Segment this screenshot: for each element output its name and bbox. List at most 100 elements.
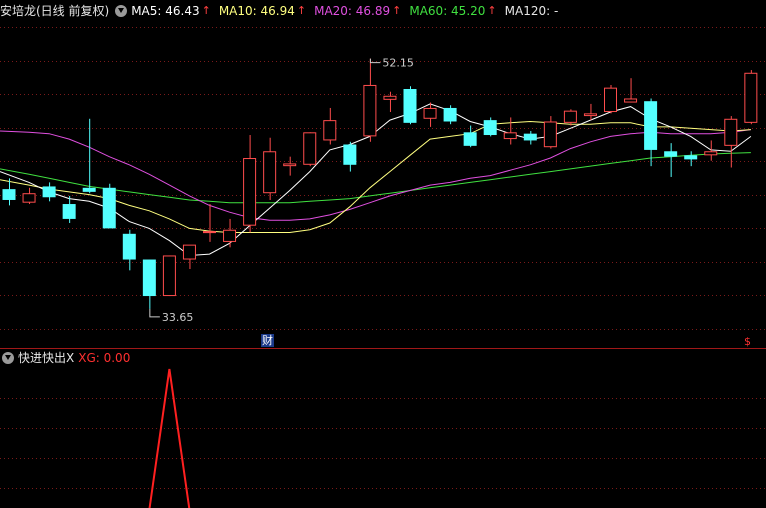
chevron-down-icon[interactable]	[2, 352, 14, 364]
low-price-label-leader	[149, 308, 160, 318]
dollar-badge[interactable]: $	[743, 335, 752, 348]
ma120-label: MA120: -	[504, 4, 559, 18]
candle[interactable]	[483, 117, 497, 137]
candle-body[interactable]	[263, 151, 277, 194]
candle-body[interactable]	[383, 95, 397, 100]
indicator-header: 快进快出X XG: 0.00	[0, 349, 134, 367]
candle[interactable]	[503, 117, 517, 145]
candle[interactable]	[203, 204, 216, 242]
ma20-up-arrow-icon: ↑	[392, 4, 402, 17]
candle-body[interactable]	[62, 204, 76, 219]
high-price-label-leader	[369, 58, 381, 64]
ma10-label: MA10: 46.94	[218, 4, 295, 18]
candle[interactable]	[22, 187, 36, 205]
candle-body[interactable]	[162, 255, 176, 297]
candle-body[interactable]	[403, 89, 417, 123]
candle[interactable]	[383, 91, 397, 113]
candle-body[interactable]	[102, 187, 116, 229]
finance-badge[interactable]: 财	[261, 334, 274, 347]
candle-body[interactable]	[583, 113, 597, 117]
xg-value-label: XG: 0.00	[78, 351, 131, 365]
candle-body[interactable]	[604, 87, 617, 113]
candle[interactable]	[523, 130, 537, 145]
candle-body[interactable]	[704, 151, 718, 156]
candle-body[interactable]	[744, 72, 758, 123]
ma60-up-arrow-icon: ↑	[487, 4, 497, 17]
candle-body[interactable]	[483, 120, 497, 136]
candle-body[interactable]	[303, 132, 317, 165]
candle-body[interactable]	[142, 259, 156, 297]
stock-title[interactable]: 安培龙(日线 前复权)	[0, 2, 109, 20]
candle-body[interactable]	[283, 163, 297, 167]
candle-body[interactable]	[443, 107, 457, 122]
candle-body[interactable]	[182, 244, 196, 260]
candle[interactable]	[283, 156, 297, 176]
ma20-label: MA20: 46.89	[314, 4, 391, 18]
candle-body[interactable]	[223, 229, 237, 242]
ma10-up-arrow-icon: ↑	[296, 4, 307, 17]
candle[interactable]	[122, 229, 136, 271]
candle[interactable]	[42, 182, 56, 202]
candle[interactable]	[684, 151, 698, 167]
indicator-title[interactable]: 快进快出X	[18, 349, 74, 367]
candle[interactable]	[162, 255, 176, 297]
candle[interactable]	[102, 183, 116, 229]
candle[interactable]	[563, 109, 577, 126]
candle[interactable]	[82, 118, 96, 194]
ma60-label: MA60: 45.20	[409, 4, 486, 18]
candle-body[interactable]	[363, 84, 377, 137]
candle[interactable]	[142, 259, 156, 309]
candle-body[interactable]	[22, 193, 36, 203]
candle-body[interactable]	[724, 118, 738, 146]
candle[interactable]	[363, 58, 377, 142]
candle[interactable]	[223, 218, 237, 248]
price-grid	[0, 27, 766, 489]
main-chart-header: 安培龙(日线 前复权) MA5: 46.43 ↑ MA10: 46.94 ↑ M…	[0, 2, 562, 20]
chevron-down-icon[interactable]	[115, 5, 128, 17]
candle-body[interactable]	[563, 110, 577, 123]
candle-body[interactable]	[82, 187, 96, 192]
candle-body[interactable]	[503, 132, 517, 140]
candle[interactable]	[583, 103, 597, 121]
candle[interactable]	[403, 86, 417, 125]
candle-body[interactable]	[624, 98, 638, 103]
ma5-label: MA5: 46.43	[131, 4, 200, 18]
candle[interactable]	[243, 135, 257, 233]
candle-body[interactable]	[42, 186, 56, 198]
xg-signal-line	[148, 368, 191, 508]
candle-body[interactable]	[2, 189, 16, 200]
candle[interactable]	[624, 78, 638, 103]
candle-body[interactable]	[684, 155, 698, 160]
candle[interactable]	[303, 132, 317, 167]
candle[interactable]	[744, 70, 758, 125]
candle[interactable]	[724, 116, 738, 168]
candle-body[interactable]	[423, 107, 437, 119]
candle[interactable]	[664, 143, 678, 177]
candle-body[interactable]	[664, 151, 678, 157]
candle[interactable]	[644, 98, 658, 167]
candle-body[interactable]	[122, 233, 136, 260]
candle[interactable]	[543, 116, 557, 149]
candle-body[interactable]	[323, 120, 337, 141]
candle-body[interactable]	[463, 132, 477, 146]
candle[interactable]	[343, 141, 357, 172]
kline-chart[interactable]: 52.15 33.65	[0, 0, 766, 508]
candle[interactable]	[604, 84, 617, 114]
candle[interactable]	[323, 107, 337, 145]
candle[interactable]	[62, 195, 76, 223]
high-price-label: 52.15	[382, 57, 414, 70]
candle[interactable]	[463, 125, 477, 148]
candle[interactable]	[263, 137, 277, 200]
low-price-label: 33.65	[162, 311, 194, 324]
candle-body[interactable]	[523, 133, 537, 141]
candle-body[interactable]	[203, 231, 216, 234]
ma5-up-arrow-icon: ↑	[201, 4, 211, 17]
candle-body[interactable]	[543, 121, 557, 148]
candle[interactable]	[443, 105, 457, 125]
candle-body[interactable]	[243, 158, 257, 226]
candle-body[interactable]	[644, 101, 658, 150]
candle-body[interactable]	[343, 144, 357, 165]
candle[interactable]	[182, 244, 196, 269]
candlesticks[interactable]	[2, 58, 758, 309]
indicator-panel[interactable]	[9, 368, 751, 508]
